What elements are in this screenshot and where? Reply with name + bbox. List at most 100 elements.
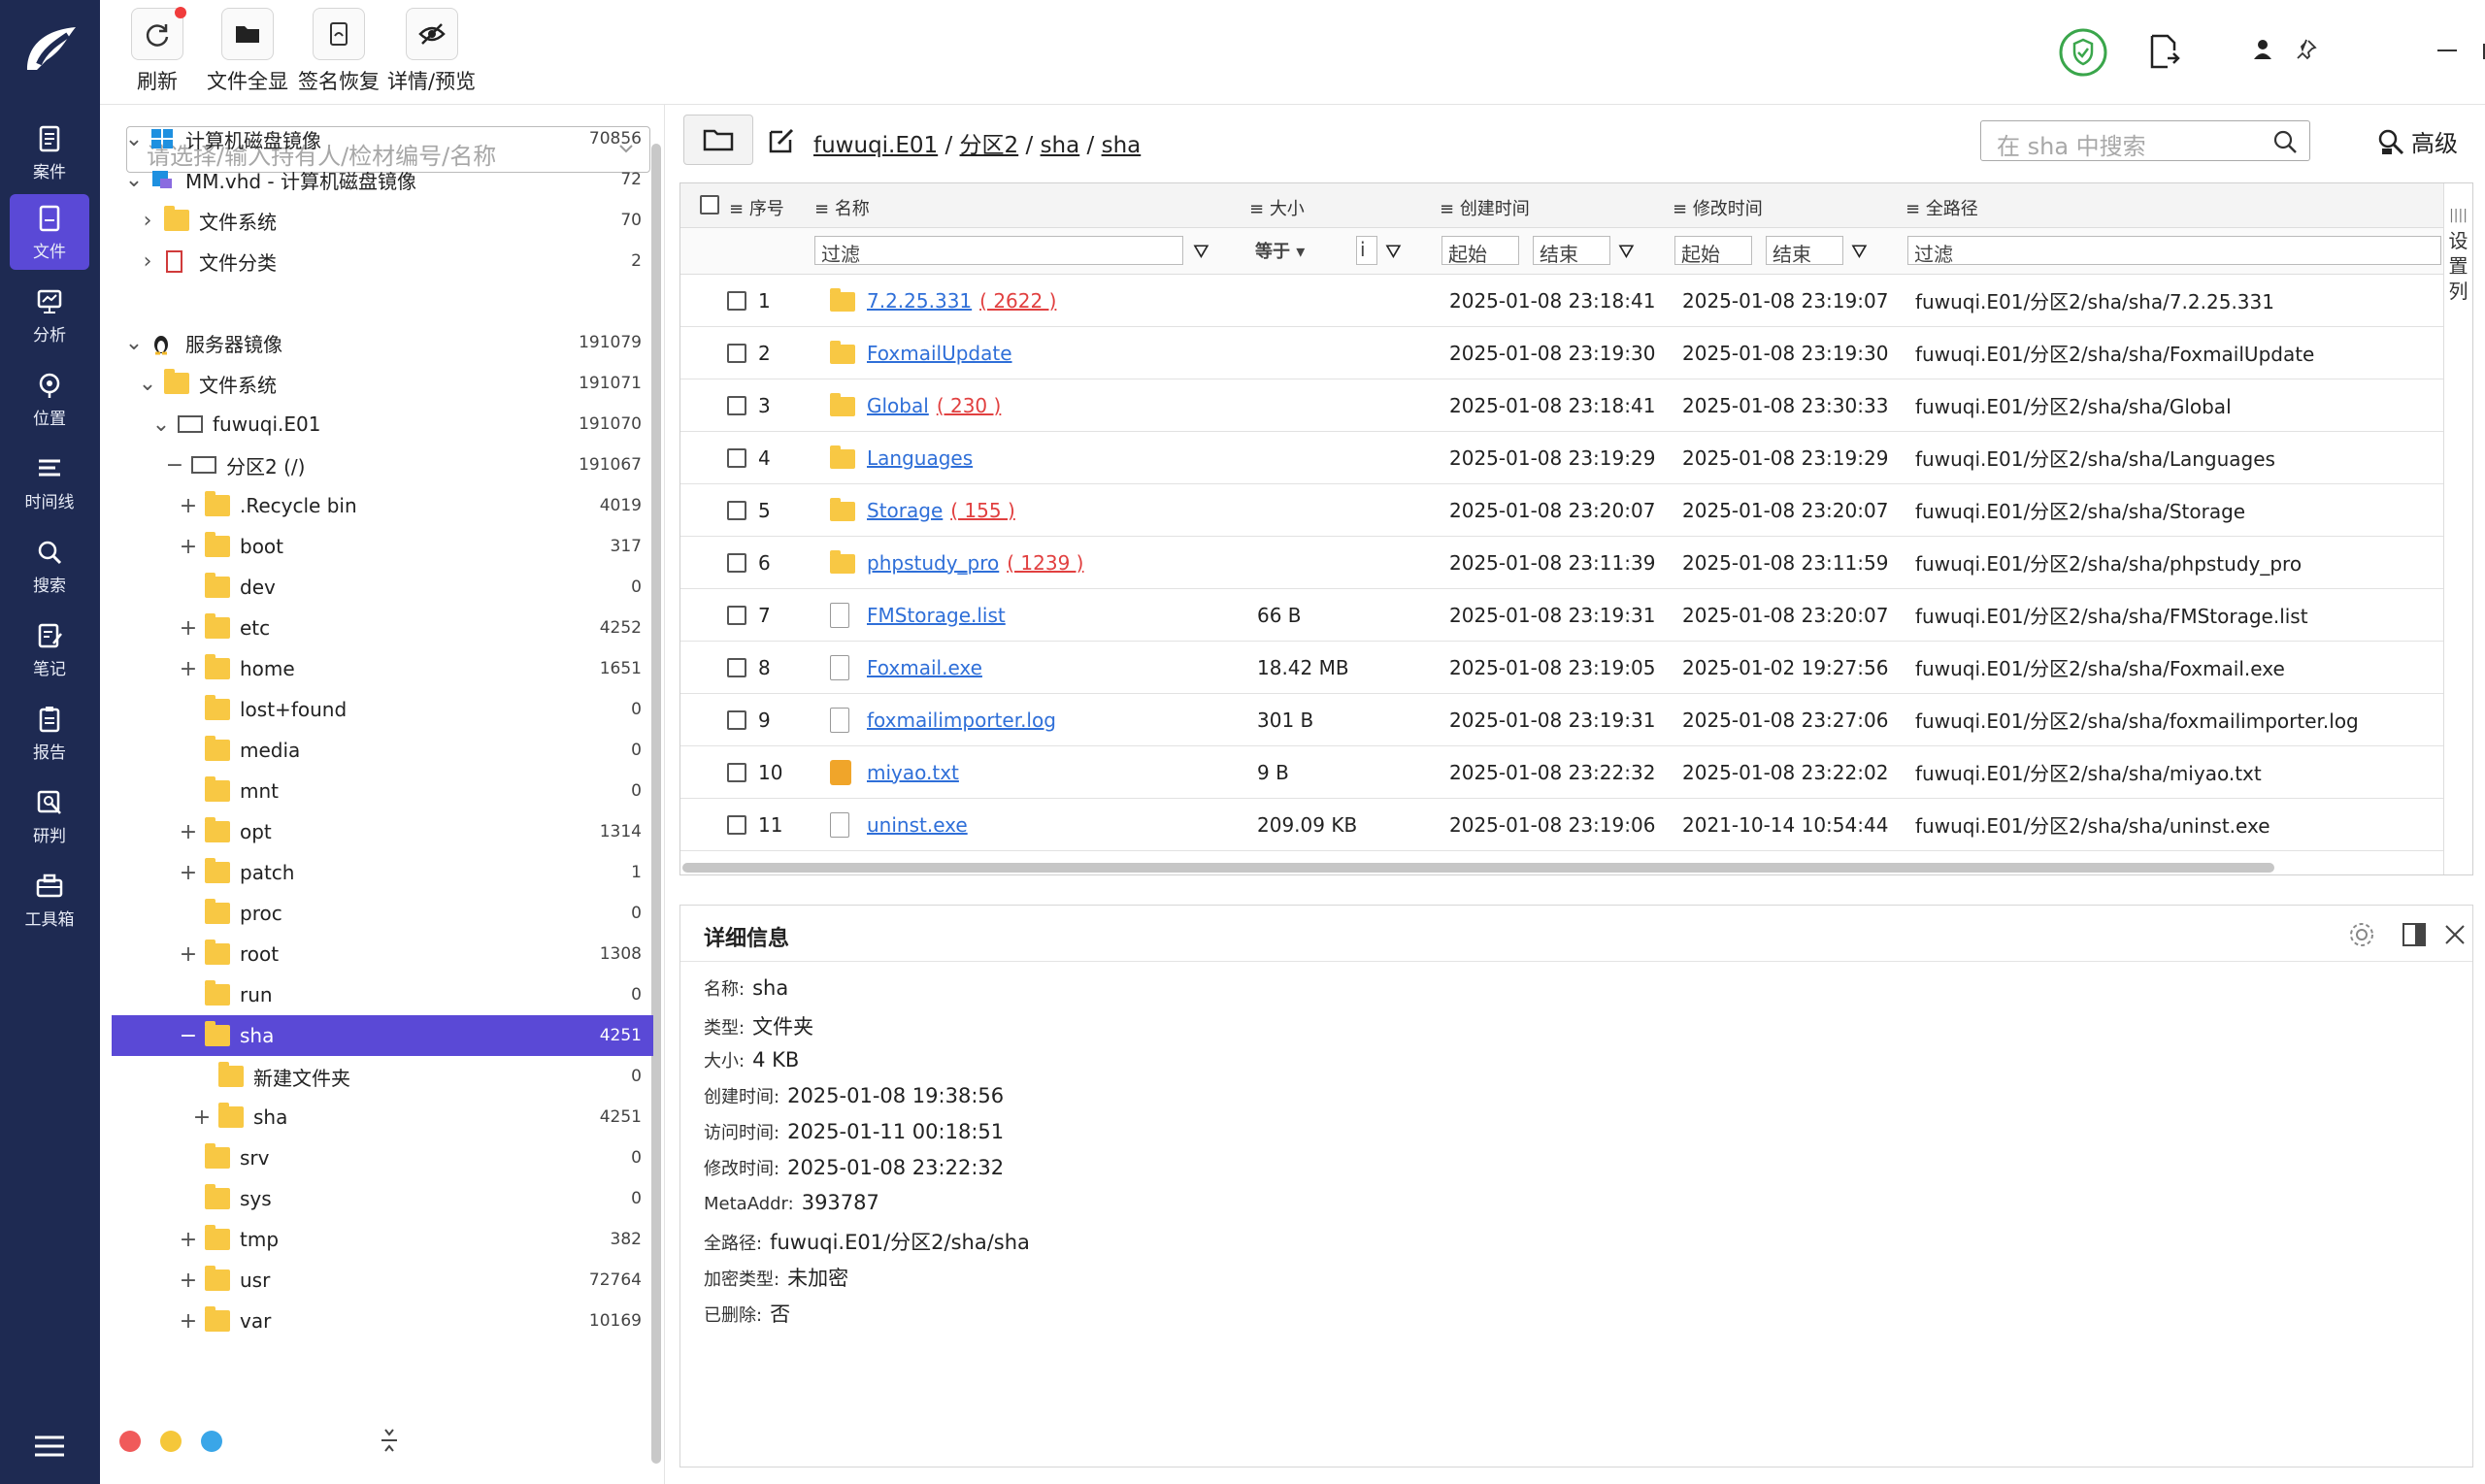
row-checkbox[interactable]: [727, 395, 746, 415]
expand-toggle-icon[interactable]: ⌄: [150, 412, 172, 437]
row-checkbox[interactable]: [727, 605, 746, 625]
file-name-link[interactable]: Languages: [867, 446, 973, 470]
file-name-cell[interactable]: Global ( 230 ): [867, 394, 1001, 417]
row-checkbox[interactable]: [727, 709, 746, 730]
row-checkbox[interactable]: [727, 762, 746, 782]
signature-restore-button[interactable]: 签名恢复: [298, 8, 380, 95]
table-row[interactable]: 5 Storage ( 155 ) 2025-01-08 23:20:07 2025-0…: [680, 484, 2445, 537]
file-name-link[interactable]: foxmailimporter.log: [867, 709, 1056, 732]
file-name-cell[interactable]: Languages: [867, 446, 973, 470]
tree-node[interactable]: + root 1308: [112, 934, 653, 974]
rail-item-file[interactable]: 文件: [10, 194, 89, 270]
tree-node[interactable]: − 分区2 (/) 191067: [112, 445, 653, 485]
row-checkbox[interactable]: [727, 343, 746, 363]
row-checkbox[interactable]: [727, 814, 746, 835]
rail-item-case[interactable]: 案件: [10, 115, 89, 190]
filter-icon[interactable]: ⛛: [1385, 240, 1402, 263]
tree-node[interactable]: › 文件分类 2: [112, 241, 653, 281]
col-header-index[interactable]: ≡ 序号: [729, 195, 784, 220]
file-name-link[interactable]: phpstudy_pro: [867, 551, 999, 575]
tree-node[interactable]: mnt 0: [112, 771, 653, 811]
open-folder-button[interactable]: [683, 115, 753, 165]
filter-icon[interactable]: ⛛: [1618, 240, 1635, 263]
file-name-cell[interactable]: FoxmailUpdate: [867, 342, 1012, 365]
file-name-cell[interactable]: Storage ( 155 ): [867, 499, 1015, 522]
breadcrumb-item[interactable]: 分区2: [960, 133, 1019, 158]
tree-node[interactable]: ⌄ fuwuqi.E01 191070: [112, 404, 653, 445]
file-name-cell[interactable]: foxmailimporter.log: [867, 709, 1056, 732]
show-all-files-button[interactable]: 文件全显: [207, 8, 288, 95]
expand-toggle-icon[interactable]: +: [178, 616, 199, 641]
file-name-link[interactable]: uninst.exe: [867, 813, 968, 837]
split-view-icon[interactable]: [2401, 921, 2428, 948]
user-icon[interactable]: [2253, 39, 2272, 60]
col-header-size[interactable]: ≡ 大小: [1249, 195, 1305, 220]
settings-gear-icon[interactable]: [2348, 921, 2375, 948]
tree-node[interactable]: + usr 72764: [112, 1260, 653, 1301]
rail-item-timeline[interactable]: 时间线: [10, 445, 89, 520]
table-row[interactable]: 8 Foxmail.exe 18.42 MB 2025-01-08 23:19:05 2…: [680, 642, 2445, 694]
tree-node[interactable]: ⌄ 计算机磁盘镜像 70856: [112, 118, 653, 159]
tree-node[interactable]: run 0: [112, 974, 653, 1015]
tree-node[interactable]: + tmp 382: [112, 1219, 653, 1260]
tree-node[interactable]: + patch 1: [112, 852, 653, 893]
tree-node[interactable]: sys 0: [112, 1178, 653, 1219]
expand-toggle-icon[interactable]: ›: [137, 249, 158, 274]
minimize-icon[interactable]: [2437, 49, 2457, 52]
tree-node[interactable]: + home 1651: [112, 648, 653, 689]
modified-end-input[interactable]: 结束: [1766, 236, 1843, 266]
table-horizontal-scrollbar[interactable]: [682, 863, 2274, 873]
file-name-cell[interactable]: phpstudy_pro ( 1239 ): [867, 551, 1083, 575]
expand-toggle-icon[interactable]: +: [178, 861, 199, 885]
col-header-created[interactable]: ≡ 创建时间: [1440, 195, 1530, 220]
table-row[interactable]: 2 FoxmailUpdate 2025-01-08 23:19:30 2025-01…: [680, 327, 2445, 379]
col-header-fullpath[interactable]: ≡ 全路径: [1905, 195, 1978, 220]
expand-toggle-icon[interactable]: +: [178, 494, 199, 518]
rail-item-notes[interactable]: 笔记: [10, 611, 89, 687]
tree-node[interactable]: proc 0: [112, 893, 653, 934]
row-checkbox[interactable]: [727, 447, 746, 468]
tree-node[interactable]: − sha 4251: [112, 1015, 653, 1056]
path-filter-input[interactable]: 过滤: [1907, 236, 2441, 266]
modified-start-input[interactable]: 起始: [1674, 236, 1752, 266]
rail-item-toolbox[interactable]: 工具箱: [10, 862, 89, 938]
expand-toggle-icon[interactable]: ›: [137, 209, 158, 233]
tree-node[interactable]: + sha 4251: [112, 1097, 653, 1138]
tree-node[interactable]: 新建文件夹 0: [112, 1056, 653, 1097]
file-name-link[interactable]: FoxmailUpdate: [867, 342, 1012, 365]
row-checkbox[interactable]: [727, 290, 746, 311]
size-filter-operator[interactable]: 等于 ▾: [1249, 236, 1341, 265]
row-checkbox[interactable]: [727, 657, 746, 677]
file-name-link[interactable]: Storage: [867, 499, 943, 522]
rail-item-report[interactable]: 报告: [10, 695, 89, 771]
table-row[interactable]: 1 7.2.25.331 ( 2622 ) 2025-01-08 23:18:41 20…: [680, 275, 2445, 327]
size-filter-input[interactable]: i: [1356, 236, 1377, 265]
expand-toggle-icon[interactable]: +: [178, 1309, 199, 1334]
tree-node[interactable]: media 0: [112, 730, 653, 771]
expand-toggle-icon[interactable]: +: [178, 535, 199, 559]
export-file-icon[interactable]: [2148, 33, 2181, 70]
tree-node[interactable]: ⌄ 服务器镜像 191079: [112, 322, 653, 363]
expand-toggle-icon[interactable]: −: [164, 453, 185, 478]
file-name-cell[interactable]: Foxmail.exe: [867, 656, 982, 679]
table-row[interactable]: 6 phpstudy_pro ( 1239 ) 2025-01-08 23:11:39…: [680, 537, 2445, 589]
tree-node[interactable]: + var 10169: [112, 1301, 653, 1341]
created-end-input[interactable]: 结束: [1533, 236, 1610, 266]
shield-status-icon[interactable]: [2058, 27, 2108, 78]
row-checkbox[interactable]: [727, 552, 746, 573]
filter-icon[interactable]: ⛛: [1851, 240, 1868, 263]
tree-node[interactable]: lost+found 0: [112, 689, 653, 730]
search-input[interactable]: 在 sha 中搜索: [1980, 120, 2310, 161]
file-name-cell[interactable]: miyao.txt: [867, 761, 959, 784]
tree-node[interactable]: + .Recycle bin 4019: [112, 485, 653, 526]
table-row[interactable]: 11 uninst.exe 209.09 KB 2025-01-08 23:19:06…: [680, 799, 2445, 851]
file-name-link[interactable]: miyao.txt: [867, 761, 959, 784]
search-icon[interactable]: [2272, 129, 2298, 154]
tree-node[interactable]: srv 0: [112, 1138, 653, 1178]
tree-node[interactable]: ⌄ 文件系统 191071: [112, 363, 653, 404]
refresh-button[interactable]: 刷新: [131, 7, 186, 95]
expand-toggle-icon[interactable]: ⌄: [123, 127, 145, 151]
file-name-link[interactable]: Foxmail.exe: [867, 656, 982, 679]
file-name-link[interactable]: Global: [867, 394, 929, 417]
file-name-cell[interactable]: FMStorage.list: [867, 604, 1006, 627]
